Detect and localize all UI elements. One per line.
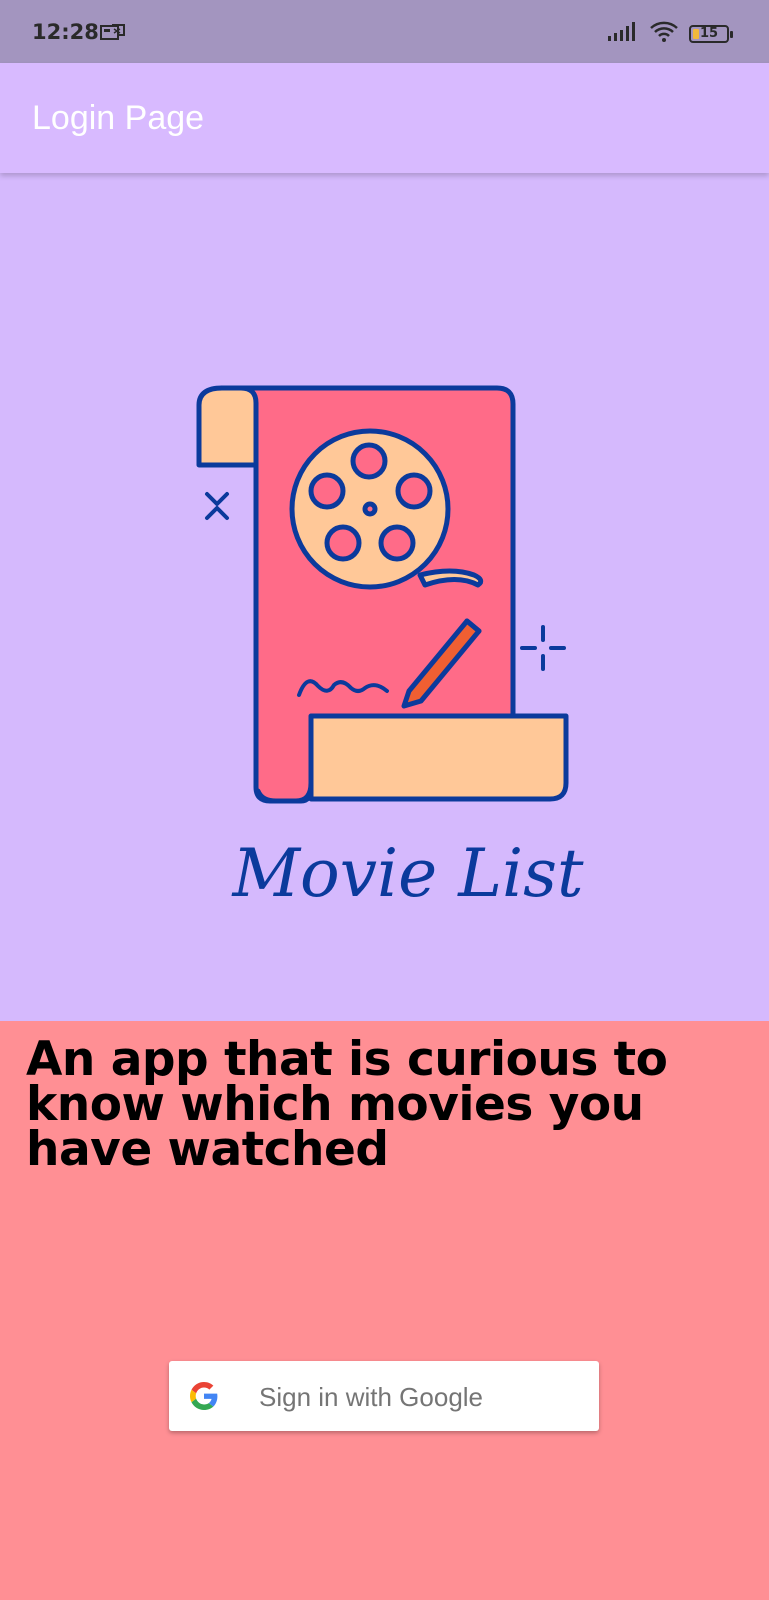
- logo-area: Movie List: [0, 173, 769, 1021]
- sign-in-with-google-button[interactable]: Sign in with Google: [169, 1361, 599, 1431]
- battery-level: 15: [699, 26, 719, 41]
- app-tagline: An app that is curious to know which mov…: [26, 1032, 668, 1178]
- status-bar: 12:28 15: [0, 0, 769, 63]
- status-icons: 15: [607, 20, 733, 47]
- status-time: 12:28: [32, 20, 99, 44]
- notification-card-icon: [100, 23, 126, 46]
- app-bar: Login Page: [0, 63, 769, 173]
- film-reel-scroll-icon: Movie List: [196, 385, 584, 912]
- sign-in-label: Sign in with Google: [259, 1382, 484, 1412]
- google-g-icon: [190, 1382, 218, 1415]
- wifi-icon: [649, 20, 679, 47]
- signal-icon: [607, 20, 639, 47]
- page-title: Login Page: [32, 99, 205, 137]
- logo-caption: Movie List: [231, 835, 584, 912]
- battery-icon: 15: [689, 24, 733, 43]
